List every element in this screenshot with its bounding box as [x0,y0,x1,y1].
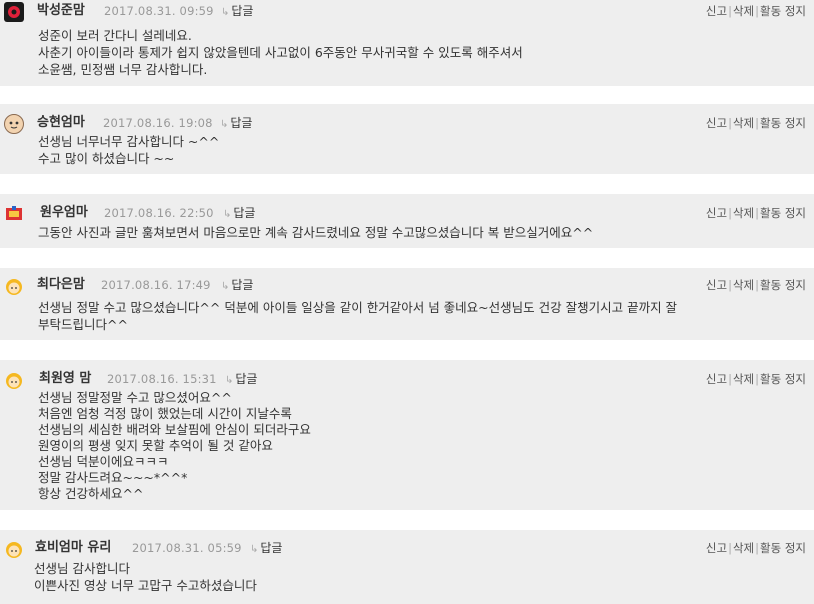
delete-link[interactable]: 삭제 [733,278,754,292]
comment-body: 선생님 너무너무 감사합니다 ~^^ 수고 많이 하셨습니다 ~~ [38,133,219,167]
comment-body: 그동안 사진과 글만 훔쳐보면서 마음으로만 계속 감사드렸네요 정말 수고많으… [38,224,593,241]
comment-line: 선생님 덕분이에요ㅋㅋㅋ [38,454,169,469]
report-link[interactable]: 신고 [706,372,727,386]
comment-line: 선생님 정말 수고 많으셨습니다^^ 덕분에 아이들 일상을 같이 한거같아서 … [38,300,678,315]
report-link[interactable]: 신고 [706,206,727,220]
suspend-link[interactable]: 활동 정지 [760,206,806,220]
comment-line: 사춘기 아이들이라 통제가 쉽지 않았을텐데 사고없이 6주동안 무사귀국할 수… [38,45,523,60]
suspend-link[interactable]: 활동 정지 [760,372,806,386]
report-link[interactable]: 신고 [706,4,727,18]
comment-item: 박성준맘 2017.08.31. 09:59 ↳ 답글 신고|삭제|활동 정지 성… [0,0,814,86]
comment-line: 원영이의 평생 잊지 못할 추억이 될 것 같아요 [38,438,273,453]
reply-arrow-icon: ↳ [250,544,259,555]
comment-line: 소윤쌤, 민정쌤 너무 감사합니다. [38,62,208,77]
reply-button[interactable]: ↳ 답글 [223,204,255,224]
comment-line: 처음엔 엄청 걱정 많이 했었는데 시간이 지날수록 [38,406,292,421]
author-name[interactable]: 박성준맘 [37,2,85,20]
comment-actions: 신고|삭제|활동 정지 [705,206,806,220]
suspend-link[interactable]: 활동 정지 [760,278,806,292]
delete-link[interactable]: 삭제 [733,116,754,130]
reply-button[interactable]: ↳ 답글 [250,539,282,559]
suspend-link[interactable]: 활동 정지 [760,4,806,18]
delete-link[interactable]: 삭제 [733,372,754,386]
reply-arrow-icon: ↳ [221,7,230,18]
comment-line: 그동안 사진과 글만 훔쳐보면서 마음으로만 계속 감사드렸네요 정말 수고많으… [38,225,594,240]
avatar[interactable] [4,276,24,296]
comment-date: 2017.08.16. 15:31 [107,372,217,386]
comment-date: 2017.08.31. 09:59 [104,4,214,18]
comment-item: 효비엄마 유리 2017.08.31. 05:59 ↳ 답글 신고|삭제|활동 정… [0,530,814,604]
reply-button[interactable]: ↳ 답글 [220,114,252,134]
comment-line: 수고 많이 하셨습니다 ~~ [38,151,175,166]
comment-body: 선생님 정말 수고 많으셨습니다^^ 덕분에 아이들 일상을 같이 한거같아서 … [38,299,677,333]
suspend-link[interactable]: 활동 정지 [760,541,806,555]
author-name[interactable]: 원우엄마 [40,204,88,222]
avatar[interactable] [4,2,24,22]
comment-date: 2017.08.31. 05:59 [132,541,242,555]
author-name[interactable]: 효비엄마 유리 [35,539,111,557]
comment-line: 정말 감사드려요~~~*^^* [38,470,188,485]
reply-arrow-icon: ↳ [220,119,229,130]
comment-date: 2017.08.16. 22:50 [104,206,214,220]
comment-body: 성준이 보러 간다니 설레네요. 사춘기 아이들이라 통제가 쉽지 않았을텐데 … [38,27,523,78]
author-name[interactable]: 최다은맘 [37,276,85,294]
comment-line: 선생님의 세심한 배려와 보살핌에 안심이 되더라구요 [38,422,311,437]
comment-body: 선생님 정말정말 수고 많으셨어요^^ 처음엔 엄청 걱정 많이 했었는데 시간… [38,390,311,502]
comment-actions: 신고|삭제|활동 정지 [705,278,806,292]
suspend-link[interactable]: 활동 정지 [760,116,806,130]
comment-item: 최원영 맘 2017.08.16. 15:31 ↳ 답글 신고|삭제|활동 정지 … [0,360,814,510]
comment-line: 성준이 보러 간다니 설레네요. [38,28,192,43]
delete-link[interactable]: 삭제 [733,206,754,220]
reply-arrow-icon: ↳ [223,209,232,220]
reply-arrow-icon: ↳ [225,375,234,386]
avatar[interactable] [4,370,24,390]
comment-line: 선생님 정말정말 수고 많으셨어요^^ [38,390,232,405]
comment-item: 승현엄마 2017.08.16. 19:08 ↳ 답글 신고|삭제|활동 정지 선… [0,104,814,174]
comment-line: 이쁜사진 영상 너무 고맙구 수고하셨습니다 [34,578,257,593]
author-name[interactable]: 승현엄마 [37,114,85,132]
comment-line: 선생님 감사합니다 [34,561,130,576]
report-link[interactable]: 신고 [706,278,727,292]
reply-button[interactable]: ↳ 답글 [221,276,253,296]
avatar[interactable] [4,204,24,224]
comment-item: 원우엄마 2017.08.16. 22:50 ↳ 답글 신고|삭제|활동 정지 그… [0,194,814,248]
comment-line: 항상 건강하세요^^ [38,486,144,501]
comment-actions: 신고|삭제|활동 정지 [705,541,806,555]
avatar[interactable] [4,539,24,559]
comment-date: 2017.08.16. 19:08 [103,116,213,130]
comment-actions: 신고|삭제|활동 정지 [705,372,806,386]
comment-date: 2017.08.16. 17:49 [101,278,211,292]
report-link[interactable]: 신고 [706,116,727,130]
reply-arrow-icon: ↳ [221,281,230,292]
comment-item: 최다은맘 2017.08.16. 17:49 ↳ 답글 신고|삭제|활동 정지 선… [0,268,814,340]
delete-link[interactable]: 삭제 [733,4,754,18]
comment-body: 선생님 감사합니다 이쁜사진 영상 너무 고맙구 수고하셨습니다 [34,560,257,594]
reply-button[interactable]: ↳ 답글 [225,370,257,390]
comment-actions: 신고|삭제|활동 정지 [705,116,806,130]
comment-line: 선생님 너무너무 감사합니다 ~^^ [38,134,220,149]
author-name[interactable]: 최원영 맘 [39,370,91,388]
comment-line: 부탁드립니다^^ [38,317,128,332]
delete-link[interactable]: 삭제 [733,541,754,555]
avatar[interactable] [4,114,24,134]
reply-button[interactable]: ↳ 답글 [221,2,253,22]
comment-actions: 신고|삭제|활동 정지 [705,4,806,18]
report-link[interactable]: 신고 [706,541,727,555]
